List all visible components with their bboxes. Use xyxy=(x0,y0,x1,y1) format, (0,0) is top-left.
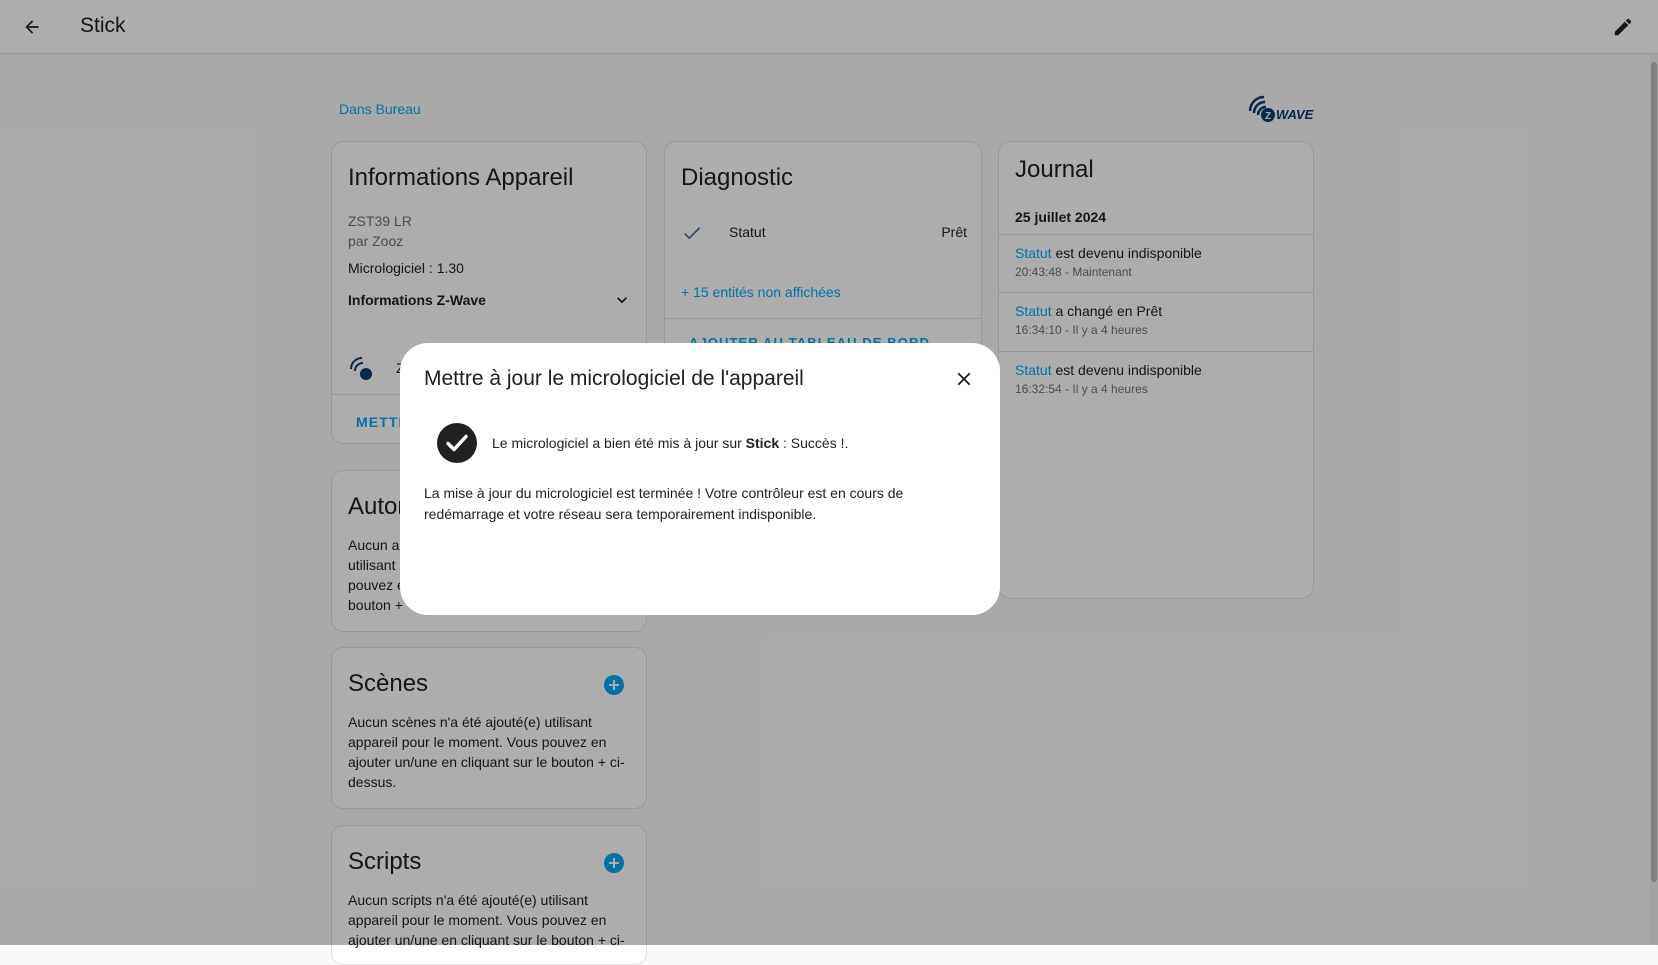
success-prefix: Le micrologiciel a bien été mis à jour s… xyxy=(492,435,746,451)
success-message: Le micrologiciel a bien été mis à jour s… xyxy=(492,435,848,451)
success-suffix: : Succès !. xyxy=(779,435,849,451)
dialog-body: La mise à jour du micrologiciel est term… xyxy=(424,485,904,522)
firmware-update-dialog: Mettre à jour le micrologiciel de l'appa… xyxy=(400,343,1000,615)
device-name: Stick xyxy=(745,435,780,451)
check-circle-icon xyxy=(437,423,477,468)
close-button[interactable] xyxy=(948,363,980,395)
dialog-title: Mettre à jour le micrologiciel de l'appa… xyxy=(424,367,804,390)
close-icon xyxy=(957,372,971,386)
